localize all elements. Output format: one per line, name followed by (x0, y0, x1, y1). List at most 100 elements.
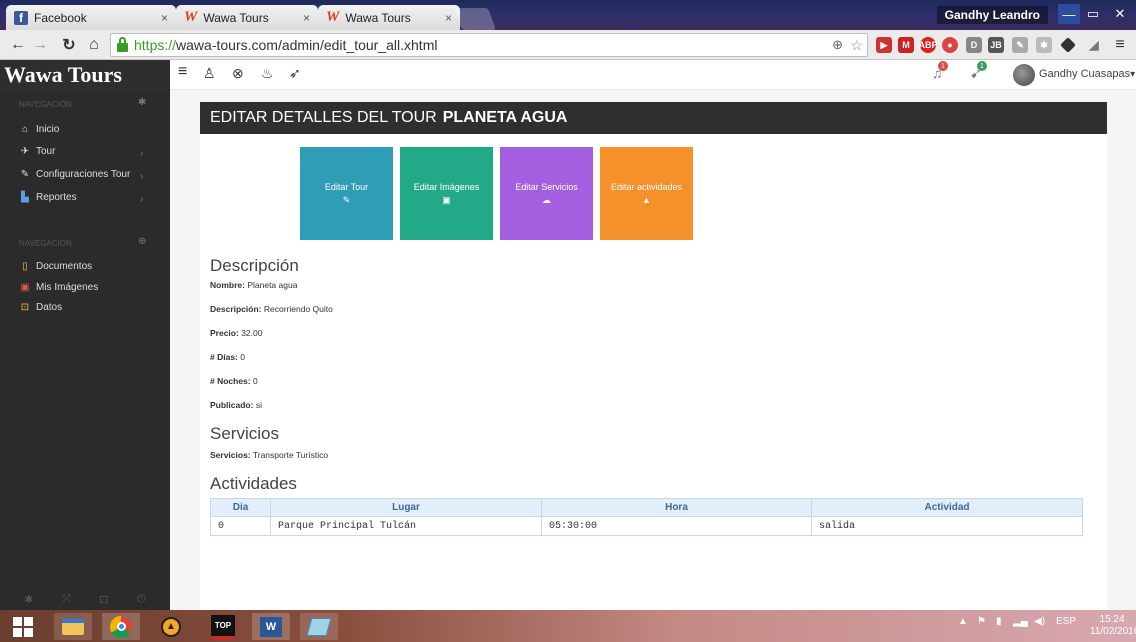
close-window-button[interactable]: ✕ (1106, 4, 1134, 24)
send-icon[interactable]: ➹ 1 (970, 61, 987, 82)
sidebar-item-tour[interactable]: ✈ Tour (19, 146, 56, 157)
back-icon[interactable]: ← (8, 35, 28, 55)
extension-icon[interactable]: ✱ (1036, 37, 1052, 53)
power-icon[interactable]: ⏻ (137, 593, 146, 606)
gear-icon[interactable]: ✱ (24, 593, 33, 606)
sidebar-item-label: Datos (36, 302, 63, 313)
sidebar-heading: Navegación (19, 239, 72, 248)
facebook-icon: f (14, 10, 28, 25)
jetbrains-icon[interactable]: JB (988, 37, 1004, 53)
descripcion-heading: Descripción (210, 256, 299, 275)
url-scheme: https:// (134, 37, 177, 53)
menu-icon[interactable]: ≡ (1112, 36, 1128, 53)
network-icon[interactable]: ▮ (996, 616, 1002, 627)
field-label: Publicado: (210, 400, 254, 410)
sidebar-item-reportes[interactable]: ▙ Reportes (19, 192, 77, 203)
field-descripcion: Descripción: Recorriendo Quito (210, 304, 333, 314)
maximize-button[interactable]: ▭ (1082, 4, 1104, 24)
top-latino-radio-icon[interactable]: TOP (204, 613, 242, 640)
column-header[interactable]: Dia (210, 498, 271, 517)
word-icon[interactable]: W (252, 613, 290, 640)
extension-icon[interactable]: ✎ (1012, 37, 1028, 53)
minimize-button[interactable]: — (1058, 4, 1080, 24)
avatar[interactable] (1013, 64, 1035, 86)
field-label: Servicios: (210, 450, 251, 460)
sidebar-item-label: Reportes (36, 192, 77, 203)
column-header[interactable]: Hora (541, 498, 812, 517)
hamburger-icon[interactable]: ≡ (178, 63, 187, 81)
signal-icon[interactable]: ▂▄ (1013, 616, 1028, 627)
language-indicator[interactable]: ESP (1056, 616, 1076, 627)
settings-icon[interactable]: ⊗ (232, 65, 244, 82)
sidebar-item-mis-imagenes[interactable]: ▣ Mis Imágenes (19, 282, 98, 293)
sidebar-heading: Navegación (19, 100, 72, 109)
user-menu[interactable]: Gandhy Cuasapas▾ (1039, 68, 1135, 80)
lock-icon[interactable]: ⊡ (99, 593, 108, 606)
taskbar: ▲ TOP W ▲ ⚑ ▮ ▂▄ ◀) ESP 15:24 11/02/2016 (0, 610, 1136, 642)
home-icon[interactable]: ⌂ (84, 35, 104, 55)
fire-icon[interactable]: ♨ (261, 65, 274, 82)
tab-wawa-tours-1[interactable]: W Wawa Tours × (176, 5, 318, 30)
edit-activities-button[interactable]: Editar actividades ▲ (600, 147, 693, 240)
table-cell: 0 (210, 516, 271, 536)
gmail-icon[interactable]: M (898, 37, 914, 53)
forward-icon[interactable]: → (30, 35, 50, 55)
address-toolbar: ← → ↻ ⌂ https:// wawa-tours.com/admin/ed… (0, 30, 1136, 60)
extension-icon[interactable]: D (966, 37, 982, 53)
table-cell: Parque Principal Tulcán (270, 516, 542, 536)
close-icon[interactable]: × (445, 11, 452, 25)
star-icon[interactable]: ☆ (850, 37, 863, 54)
rocket-icon[interactable]: ➶ (289, 65, 301, 82)
fullscreen-icon[interactable]: ⤧ (62, 593, 71, 606)
tour-panel: EDITAR DETALLES DEL TOUR PLANETA AGUA Ed… (200, 102, 1107, 610)
tab-wawa-tours-2[interactable]: W Wawa Tours × (318, 5, 460, 30)
tray-expand-icon[interactable]: ▲ (958, 616, 968, 627)
tab-title: Wawa Tours (345, 10, 411, 25)
field-precio: Precio: 32.00 (210, 328, 262, 338)
reload-icon[interactable]: ↻ (59, 35, 79, 55)
extension-icon[interactable]: ▶ (876, 37, 892, 53)
close-icon[interactable]: × (303, 11, 310, 25)
column-header[interactable]: Lugar (270, 498, 542, 517)
field-label: Descripción: (210, 304, 262, 314)
tab-facebook[interactable]: f Facebook × (6, 5, 176, 30)
new-tab-button[interactable] (453, 8, 497, 30)
gear-icon[interactable]: ✱ (138, 97, 146, 108)
chrome-icon[interactable] (102, 613, 140, 640)
volume-icon[interactable]: ◀) (1034, 616, 1045, 627)
edit-tour-button[interactable]: Editar Tour ✎ (300, 147, 393, 240)
app-icon[interactable]: ▲ (152, 613, 190, 640)
sidebar-item-inicio[interactable]: ⌂ Inicio (19, 124, 59, 135)
browser-profile[interactable]: Gandhy Leandro (936, 6, 1048, 24)
bar-chart-icon: ▙ (21, 192, 29, 203)
sidebar-item-documentos[interactable]: ▯ Documentos (19, 261, 92, 272)
zoom-icon[interactable]: ⊕ (832, 37, 843, 53)
column-header[interactable]: Actividad (811, 498, 1083, 517)
windows-start-icon[interactable] (4, 613, 42, 640)
clock[interactable]: 15:24 11/02/2016 (1090, 614, 1136, 638)
edit-services-button[interactable]: Editar Servicios ☁ (500, 147, 593, 240)
extension-icon[interactable] (1060, 37, 1076, 53)
close-icon[interactable]: × (161, 11, 168, 25)
sidebar-item-datos[interactable]: ⊡ Datos (19, 302, 62, 313)
sidebar-item-configuraciones[interactable]: ✎ Configuraciones Tour (19, 169, 131, 180)
field-value: Planeta agua (247, 280, 298, 290)
brand-logo[interactable]: Wawa Tours (0, 60, 170, 90)
notepad-icon[interactable] (300, 613, 338, 640)
field-publicado: Publicado: si (210, 400, 262, 410)
servicios-heading: Servicios (210, 424, 279, 443)
edit-images-button[interactable]: Editar Imágenes ▣ (400, 147, 493, 240)
flag-icon[interactable]: ⚑ (977, 616, 986, 627)
tile-label: Editar Servicios (515, 181, 578, 192)
field-value: 32.00 (241, 328, 263, 338)
url-input[interactable]: https:// wawa-tours.com/admin/edit_tour_… (110, 33, 868, 57)
page-title-prefix: EDITAR DETALLES DEL TOUR (210, 109, 437, 126)
file-explorer-icon[interactable] (54, 613, 92, 640)
adblock-icon[interactable]: ABP (919, 37, 938, 53)
user-icon[interactable]: ♙ (203, 65, 216, 82)
add-icon[interactable]: ⊕ (138, 236, 146, 247)
notification-badge: 1 (977, 61, 987, 71)
extension-icon[interactable]: ● (942, 37, 958, 53)
bell-icon[interactable]: ♫ 1 (932, 61, 948, 81)
table-row[interactable]: 0 Parque Principal Tulcán 05:30:00 salid… (210, 516, 1083, 536)
